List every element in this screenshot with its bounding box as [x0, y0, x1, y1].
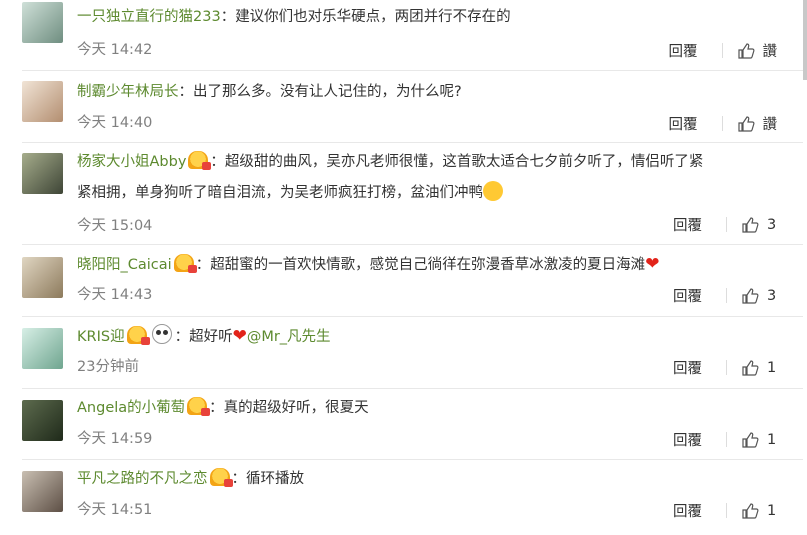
timestamp: 23分钟前 [77, 359, 139, 375]
panda-icon [151, 324, 172, 344]
heart-icon: ❤ [645, 254, 660, 274]
member-badge-icon [173, 254, 197, 273]
like-count: 讚 [762, 44, 778, 60]
avatar[interactable] [22, 471, 63, 512]
member-badge-icon [188, 151, 212, 170]
avatar[interactable] [22, 153, 63, 194]
comment-item: KRIS迎 ：超好听❤@Mr_凡先生 23分钟前 回覆 1 [0, 317, 803, 389]
avatar[interactable] [22, 328, 63, 369]
divider [726, 217, 727, 232]
username-link[interactable]: 晓阳阳_Caicai [77, 257, 172, 273]
timestamp: 今天 14:42 [77, 42, 153, 58]
thumbs-up-icon[interactable] [741, 431, 759, 449]
avatar[interactable] [22, 81, 63, 122]
like-count: 3 [767, 287, 777, 304]
reply-button[interactable]: 回覆 [673, 285, 702, 306]
member-badge-icon [187, 397, 211, 416]
thumbs-up-icon[interactable] [741, 502, 759, 520]
timestamp: 今天 14:40 [77, 115, 153, 131]
divider [726, 288, 727, 303]
avatar[interactable] [22, 2, 63, 43]
username-link[interactable]: 制霸少年林局长 [77, 84, 179, 100]
reply-button[interactable]: 回覆 [673, 357, 702, 378]
username-link[interactable]: 一只独立直行的猫233 [77, 9, 221, 25]
comment-text: 超好听 [189, 329, 233, 345]
timestamp: 今天 14:43 [77, 287, 153, 303]
divider [721, 116, 723, 131]
comment-item: Angela的小葡萄 ：真的超级好听，很夏天 今天 14:59 回覆 1 [0, 389, 803, 460]
like-count: 1 [767, 502, 777, 519]
username-link[interactable]: Angela的小葡萄 [77, 400, 185, 416]
thumbs-up-icon[interactable] [741, 359, 759, 377]
thumbs-up-icon[interactable] [737, 115, 755, 133]
timestamp: 今天 15:04 [77, 218, 153, 234]
comment-text: 出了那么多。没有让人记住的，为什么呢? [193, 84, 462, 100]
comment-item: 一只独立直行的猫233：建议你们也对乐华硬点，两团并行不存在的 今天 14:42… [0, 0, 803, 71]
mention-link[interactable]: @Mr_凡先生 [247, 329, 331, 345]
comment-text: 真的超级好听，很夏天 [223, 400, 369, 416]
divider [726, 360, 727, 375]
member-badge-icon [126, 326, 150, 345]
like-count: 3 [767, 216, 777, 233]
thumbs-up-icon[interactable] [741, 287, 759, 305]
avatar[interactable] [22, 257, 63, 298]
reply-button[interactable]: 回覆 [669, 113, 698, 134]
comment-item: 杨家大小姐Abby ：超级甜的曲风，吴亦凡老师很懂，这首歌太适合七夕前夕听了，情侣… [0, 143, 803, 245]
comment-text: 循环播放 [246, 471, 304, 487]
avatar[interactable] [22, 400, 63, 441]
divider [726, 432, 727, 447]
like-count: 1 [767, 431, 777, 448]
member-badge-icon [209, 468, 233, 487]
timestamp: 今天 14:59 [77, 431, 153, 447]
divider [726, 503, 727, 518]
comment-item: 晓阳阳_Caicai ：超甜蜜的一首欢快情歌，感觉自己徜徉在弥漫香草冰激凌的夏日海… [0, 245, 803, 317]
heart-icon: ❤ [232, 326, 247, 346]
scrollbar[interactable] [803, 0, 807, 80]
timestamp: 今天 14:51 [77, 502, 153, 518]
thumbs-up-icon[interactable] [737, 42, 755, 60]
username-link[interactable]: 平凡之路的不凡之恋 [77, 471, 208, 487]
reply-button[interactable]: 回覆 [673, 214, 702, 235]
blush-emoji-icon [483, 181, 503, 201]
reply-button[interactable]: 回覆 [673, 500, 702, 521]
username-link[interactable]: 杨家大小姐Abby [77, 154, 186, 170]
comment-text: 超级甜的曲风，吴亦凡老师很懂，这首歌太适合七夕前夕听了，情侣听了紧 [224, 154, 704, 170]
reply-button[interactable]: 回覆 [673, 429, 702, 450]
reply-button[interactable]: 回覆 [669, 40, 698, 61]
like-count: 讚 [762, 117, 778, 133]
username-link[interactable]: KRIS迎 [77, 329, 125, 345]
comment-item: 制霸少年林局长：出了那么多。没有让人记住的，为什么呢? 今天 14:40 回覆 … [0, 71, 803, 143]
like-count: 1 [767, 359, 777, 376]
thumbs-up-icon[interactable] [741, 216, 759, 234]
comment-text-continued: 紧相拥，单身狗听了暗自泪流，为吴老师疯狂打榜，盆油们冲鸭 [77, 185, 483, 201]
comment-text: 建议你们也对乐华硬点，两团并行不存在的 [235, 9, 511, 25]
comment-item: 平凡之路的不凡之恋 ：循环播放 今天 14:51 回覆 1 [0, 460, 803, 535]
divider [721, 43, 723, 58]
comment-text: 超甜蜜的一首欢快情歌，感觉自己徜徉在弥漫香草冰激凌的夏日海滩 [210, 257, 646, 273]
